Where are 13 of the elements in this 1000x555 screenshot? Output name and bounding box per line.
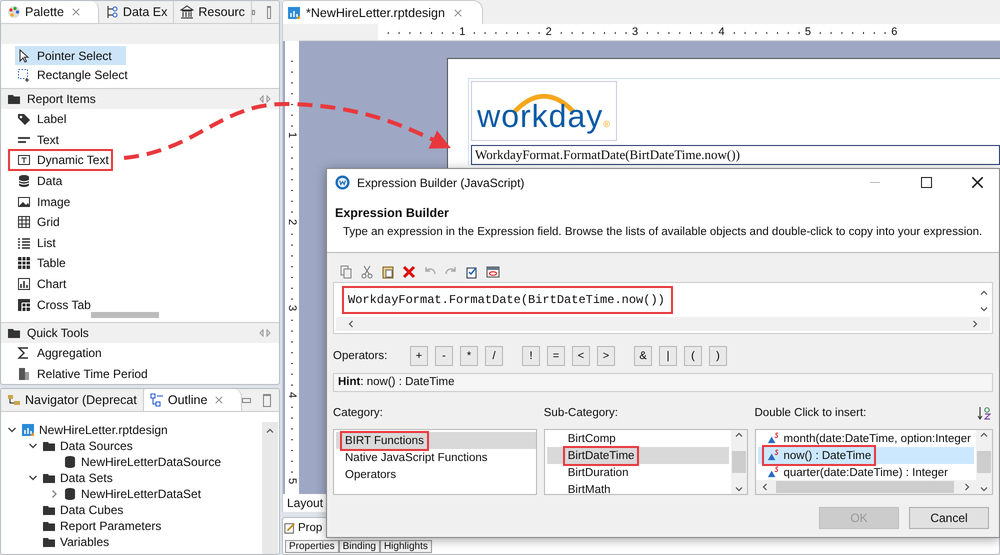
drawer-title: Quick Tools (27, 326, 89, 340)
vertical-ruler: 1 2 3 4 5 (285, 41, 299, 494)
list-title: Sub-Category: (544, 407, 618, 419)
operators-label: Operators: (333, 350, 388, 362)
drawer-title: Report Items (27, 92, 96, 106)
dialog-description: Type an expression in the Expression field. Browse the lists of available objects and double-click to copy into your expression. (342, 226, 984, 238)
list-title: Double Click to insert: (754, 407, 866, 419)
hint-text: Hint: now() : DateTime (333, 373, 993, 392)
list-title: Category: (333, 407, 383, 419)
dialog-heading: Expression Builder (335, 206, 450, 220)
horizontal-ruler: 1 2 3 4 5 6 (299, 24, 1000, 41)
expression-text: WorkdayFormat.FormatDate(BirtDateTime.now()) (344, 288, 671, 312)
dialog-title: Expression Builder (JavaScript) (357, 176, 524, 190)
